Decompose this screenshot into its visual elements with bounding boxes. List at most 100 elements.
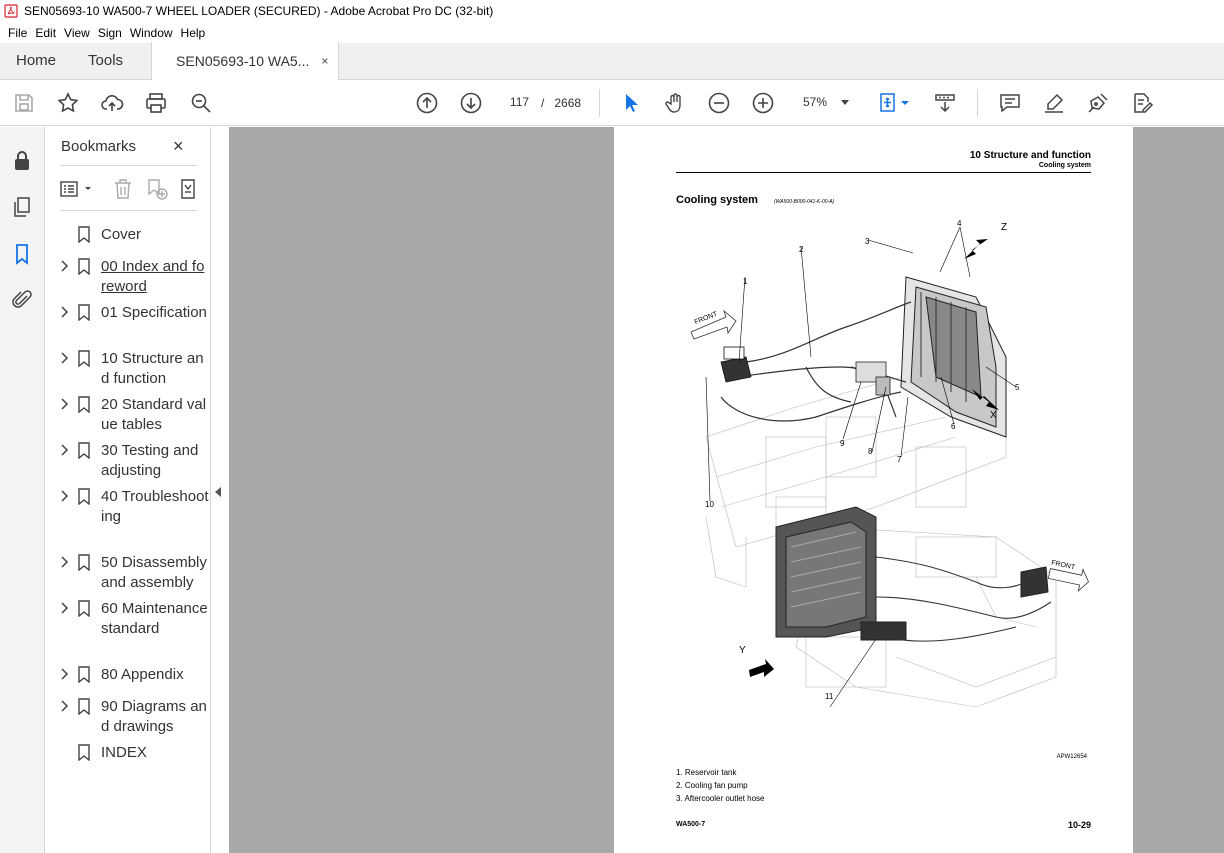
expand-chevron-icon[interactable] xyxy=(59,444,69,456)
callout-2: 2 xyxy=(799,245,804,254)
bookmark-icon xyxy=(78,698,90,715)
section-code: (WA500-B000-041-K-00-A) xyxy=(774,199,835,205)
zoom-level-select[interactable]: 57% xyxy=(794,91,856,113)
legend-item-3: 3. Aftercooler outlet hose xyxy=(676,794,765,803)
page-fit-icon[interactable] xyxy=(877,91,901,115)
bookmark-icon xyxy=(78,396,90,413)
callout-5: 5 xyxy=(1015,383,1020,392)
page-fit-dropdown-icon[interactable] xyxy=(899,91,911,115)
close-tab-icon[interactable]: × xyxy=(321,54,328,68)
expand-chevron-icon[interactable] xyxy=(59,700,69,712)
save-icon[interactable] xyxy=(12,91,36,115)
sign-pen-icon[interactable] xyxy=(1086,91,1110,115)
star-icon[interactable] xyxy=(56,91,80,115)
page-total: / 2668 xyxy=(541,96,581,110)
edit-pdf-icon[interactable] xyxy=(1130,91,1154,115)
callout-6: 6 xyxy=(951,422,956,431)
expand-chevron-icon[interactable] xyxy=(59,398,69,410)
toolbar xyxy=(0,80,1224,126)
tab-bar: Home Tools SEN05693-10 WA5... × xyxy=(0,42,1224,80)
title-bar: SEN05693-10 WA500-7 WHEEL LOADER (SECURE… xyxy=(0,0,1224,22)
bookmarks-panel-title: Bookmarks xyxy=(61,138,137,155)
menu-sign[interactable]: Sign xyxy=(94,26,126,40)
window-title: SEN05693-10 WA500-7 WHEEL LOADER (SECURE… xyxy=(24,4,494,18)
page-footer-number: 10-29 xyxy=(1067,820,1091,830)
tab-tools[interactable]: Tools xyxy=(72,42,139,79)
scroll-mode-icon[interactable] xyxy=(933,91,957,115)
zoom-out-icon[interactable] xyxy=(707,91,731,115)
highlight-pen-icon[interactable] xyxy=(1042,91,1066,115)
expand-chevron-icon[interactable] xyxy=(59,556,69,568)
bookmark-icon xyxy=(78,600,90,617)
callout-7: 7 xyxy=(897,455,902,464)
callout-4: 4 xyxy=(957,219,962,228)
menu-file[interactable]: File xyxy=(4,26,31,40)
bookmark-label: Cover xyxy=(101,226,142,243)
expand-chevron-icon[interactable] xyxy=(59,260,69,272)
section-title: Cooling system xyxy=(676,194,758,206)
bookmark-label: 80 Appendix xyxy=(101,666,184,683)
lock-icon[interactable] xyxy=(10,149,34,173)
tab-home[interactable]: Home xyxy=(0,42,72,79)
expand-chevron-icon[interactable] xyxy=(59,602,69,614)
tab-document[interactable]: SEN05693-10 WA5... × xyxy=(151,42,340,80)
bookmark-panel-icon[interactable] xyxy=(10,242,34,266)
page-footer-model: WA500-7 xyxy=(676,821,706,828)
delete-bookmark-icon[interactable] xyxy=(111,177,135,201)
menu-window[interactable]: Window xyxy=(126,26,177,40)
bookmark-label: 10 Structure and function xyxy=(101,350,204,387)
acrobat-app-icon xyxy=(4,4,18,18)
page-thumbnails-icon[interactable] xyxy=(10,195,34,219)
toolbar-separator xyxy=(977,89,978,117)
bookmark-tag-icon[interactable] xyxy=(179,177,197,201)
previous-page-icon[interactable] xyxy=(415,91,439,115)
hand-tool-icon[interactable] xyxy=(663,91,687,115)
print-icon[interactable] xyxy=(144,91,168,115)
bookmark-icon xyxy=(78,744,90,761)
menu-help[interactable]: Help xyxy=(177,26,210,40)
view-label-z: Z xyxy=(1001,222,1008,233)
next-page-icon[interactable] xyxy=(459,91,483,115)
document-viewport[interactable]: 10 Structure and function Cooling system… xyxy=(229,127,1224,853)
legend-item-2: 2. Cooling fan pump xyxy=(676,781,748,790)
expand-chevron-icon[interactable] xyxy=(59,668,69,680)
expand-chevron-icon[interactable] xyxy=(59,306,69,318)
callout-1: 1 xyxy=(743,277,748,286)
bookmark-options-icon[interactable] xyxy=(59,177,95,201)
callout-3: 3 xyxy=(865,237,870,246)
bookmark-label: 40 Troubleshooting xyxy=(101,488,209,525)
menu-edit[interactable]: Edit xyxy=(31,26,60,40)
page-header-title: 10 Structure and function xyxy=(969,150,1091,161)
bookmark-label: 20 Standard value tables xyxy=(101,396,207,433)
bookmark-label: 00 Index and foreword xyxy=(101,258,205,295)
page-number-input[interactable]: 117 xyxy=(501,90,538,114)
bookmark-icon xyxy=(78,666,90,683)
bookmark-label: 01 Specification xyxy=(101,304,207,321)
cloud-upload-icon[interactable] xyxy=(100,91,124,115)
panel-divider xyxy=(60,165,197,166)
close-panel-icon[interactable]: × xyxy=(173,136,184,157)
menu-bar: File Edit View Sign Window Help xyxy=(0,22,1224,43)
attachments-icon[interactable] xyxy=(10,288,34,312)
callout-9: 9 xyxy=(840,439,845,448)
expand-chevron-icon[interactable] xyxy=(59,352,69,364)
new-bookmark-icon[interactable] xyxy=(145,177,169,201)
bookmark-label: 30 Testing and adjusting xyxy=(101,442,199,479)
zoom-search-icon[interactable] xyxy=(189,91,213,115)
bookmark-icon xyxy=(78,226,90,243)
expand-chevron-icon[interactable] xyxy=(59,490,69,502)
bookmark-icon xyxy=(78,258,90,275)
callout-8: 8 xyxy=(868,447,873,456)
comment-icon[interactable] xyxy=(998,91,1022,115)
zoom-in-icon[interactable] xyxy=(751,91,775,115)
pdf-page: 10 Structure and function Cooling system… xyxy=(614,127,1133,853)
collapse-panel-icon[interactable] xyxy=(215,487,221,497)
select-cursor-icon[interactable] xyxy=(619,91,643,115)
menu-view[interactable]: View xyxy=(60,26,94,40)
tab-document-label: SEN05693-10 WA5... xyxy=(176,53,310,69)
page-total-value: 2668 xyxy=(554,96,582,110)
page-separator: / xyxy=(541,96,545,110)
bookmark-icon xyxy=(78,304,90,321)
bookmark-icon xyxy=(78,554,90,571)
bookmark-icon xyxy=(78,488,90,505)
